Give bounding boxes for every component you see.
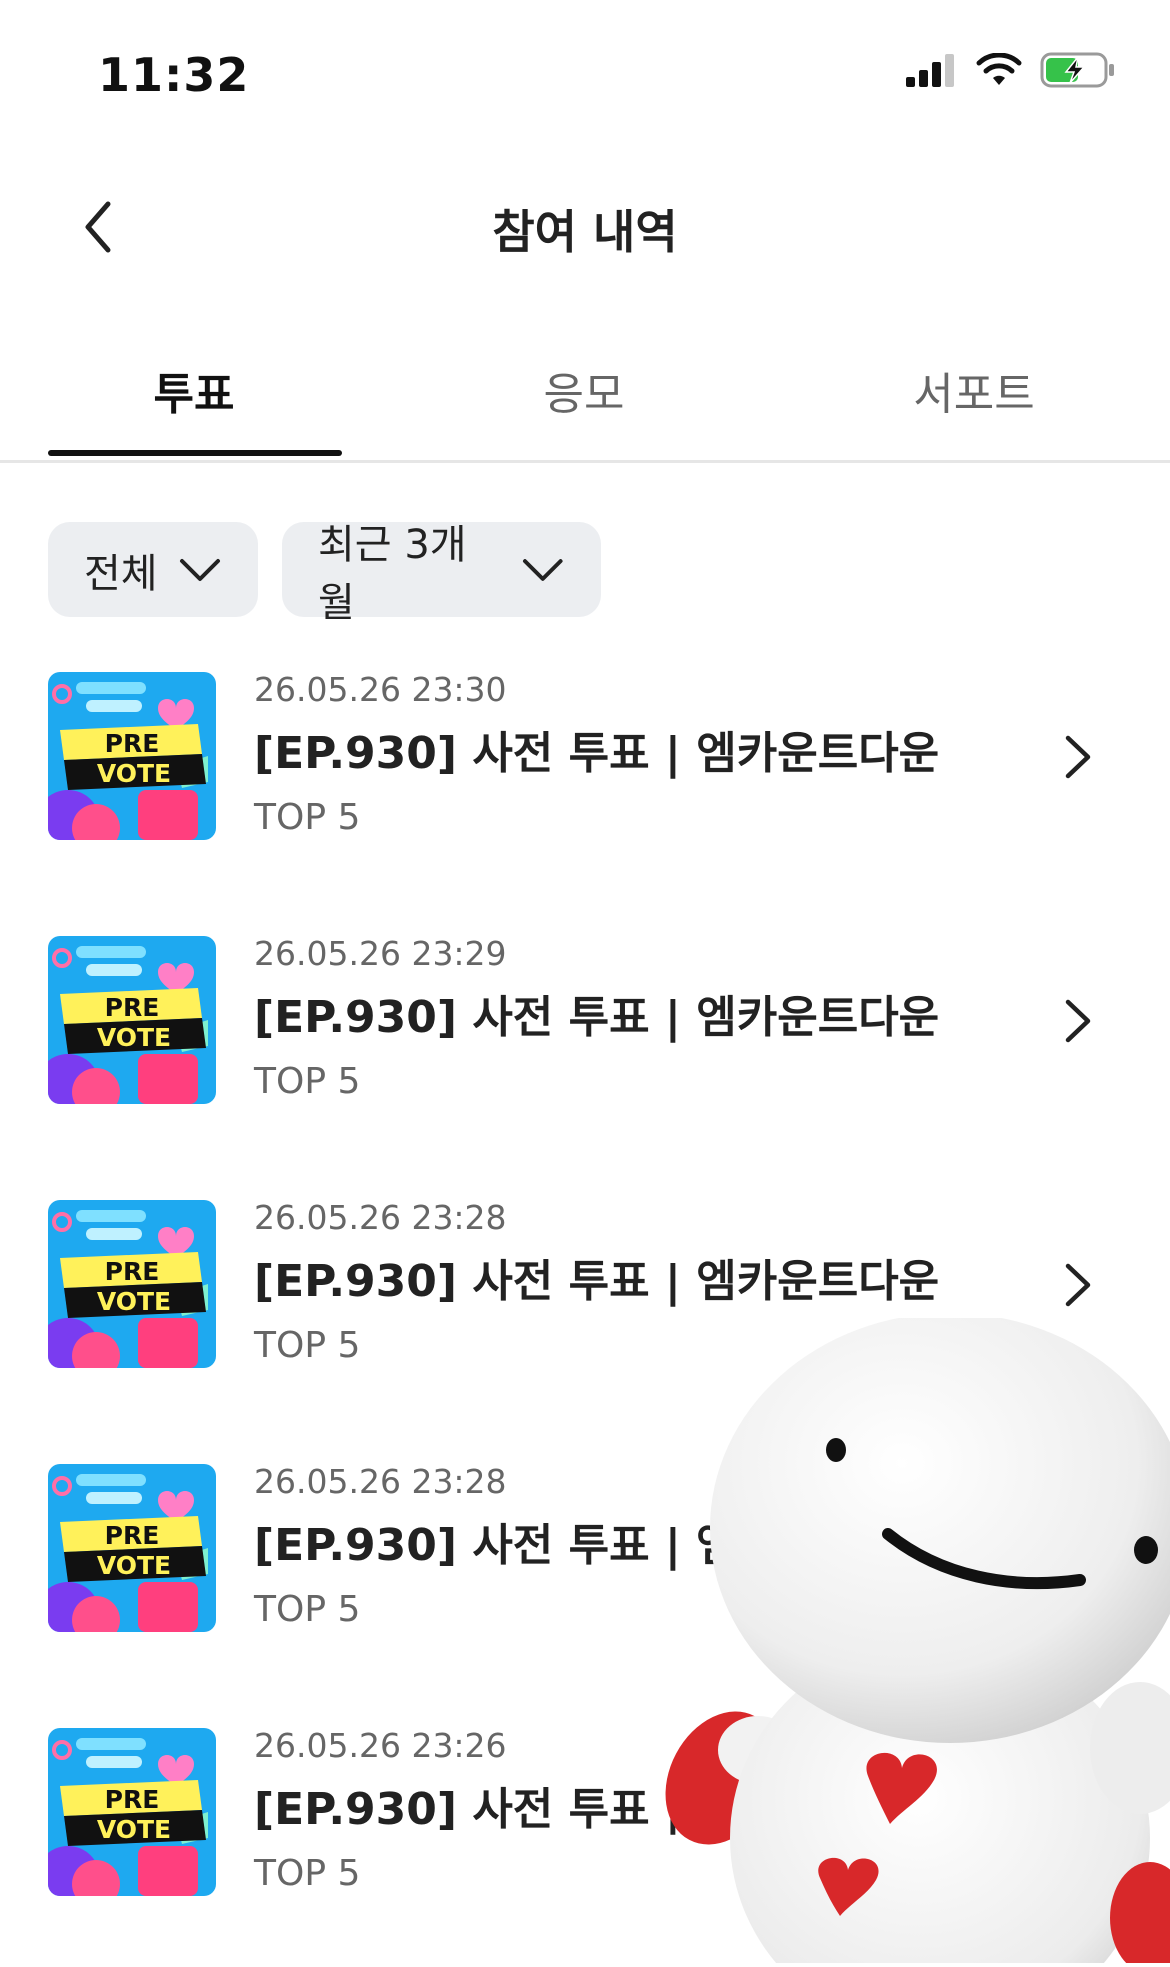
list-item[interactable]: PRE VOTE 26.05.26 23:29 [EP.930] 사전 투표 |… bbox=[48, 932, 1128, 1112]
item-title: [EP.930] 사전 투표 | 엠카운트다운 bbox=[254, 1256, 940, 1307]
tab-support[interactable]: 서포트 bbox=[824, 358, 1124, 422]
prevote-thumbnail: PRE VOTE bbox=[48, 1464, 216, 1632]
item-subtitle: TOP 5 bbox=[254, 797, 361, 838]
prevote-thumbnail: PRE VOTE bbox=[48, 1200, 216, 1368]
item-subtitle: TOP 5 bbox=[254, 1061, 361, 1102]
thumb-text-pre: PRE bbox=[105, 1257, 160, 1286]
thumb-text-vote: VOTE bbox=[97, 759, 171, 788]
chevron-right-icon bbox=[1065, 735, 1091, 779]
thumb-text-vote: VOTE bbox=[97, 1551, 171, 1580]
period-filter-label: 최근 3개월 bbox=[318, 521, 467, 626]
battery-charging-icon bbox=[1040, 52, 1114, 88]
chevron-down-icon bbox=[523, 558, 564, 581]
item-title: [EP.930] 사전 투표 | 엠카운트다운 bbox=[254, 992, 940, 1043]
chevron-right-icon bbox=[1065, 1263, 1091, 1307]
chevron-down-icon bbox=[179, 558, 220, 581]
active-tab-indicator bbox=[48, 450, 342, 456]
filter-bar: 전체 최근 3개월 bbox=[48, 522, 601, 626]
list-item[interactable]: PRE VOTE 26.05.26 23:30 [EP.930] 사전 투표 |… bbox=[48, 668, 1128, 848]
thumb-text-pre: PRE bbox=[105, 729, 160, 758]
tab-vote[interactable]: 투표 bbox=[44, 358, 344, 422]
status-bar: 11:32 bbox=[0, 0, 1170, 140]
item-date: 26.05.26 23:30 bbox=[254, 670, 507, 709]
prevote-thumbnail: PRE VOTE bbox=[48, 936, 216, 1104]
tab-bar: 투표 응모 서포트 bbox=[0, 340, 1170, 463]
item-date: 26.05.26 23:28 bbox=[254, 1198, 507, 1237]
status-icons bbox=[904, 52, 1116, 88]
item-meta: 26.05.26 23:30 [EP.930] 사전 투표 | 엠카운트다운 T… bbox=[254, 668, 1014, 842]
prevote-thumbnail: PRE VOTE bbox=[48, 672, 216, 840]
status-time: 11:32 bbox=[98, 48, 250, 102]
thumb-text-vote: VOTE bbox=[97, 1023, 171, 1052]
chevron-right-icon bbox=[1065, 999, 1091, 1043]
thumb-text-pre: PRE bbox=[105, 993, 160, 1022]
nav-header: 참여 내역 bbox=[0, 170, 1170, 280]
prevote-thumbnail: PRE VOTE bbox=[48, 1728, 216, 1896]
tab-entry[interactable]: 응모 bbox=[434, 358, 734, 422]
category-filter-label: 전체 bbox=[84, 550, 158, 597]
thumb-text-pre: PRE bbox=[105, 1785, 160, 1814]
item-meta: 26.05.26 23:29 [EP.930] 사전 투표 | 엠카운트다운 T… bbox=[254, 932, 1014, 1106]
thumb-text-vote: VOTE bbox=[97, 1815, 171, 1844]
page-title: 참여 내역 bbox=[492, 205, 678, 259]
signal-icon bbox=[906, 54, 954, 87]
category-filter-dropdown[interactable]: 전체 bbox=[48, 522, 258, 617]
wifi-icon bbox=[976, 53, 1022, 85]
thumb-text-pre: PRE bbox=[105, 1521, 160, 1550]
item-title: [EP.930] 사전 투표 | 엠카운트다운 bbox=[254, 728, 940, 779]
item-date: 26.05.26 23:29 bbox=[254, 934, 507, 973]
floating-mascot[interactable] bbox=[650, 1313, 1170, 1967]
thumb-text-vote: VOTE bbox=[97, 1287, 171, 1316]
period-filter-dropdown[interactable]: 최근 3개월 bbox=[282, 522, 601, 626]
